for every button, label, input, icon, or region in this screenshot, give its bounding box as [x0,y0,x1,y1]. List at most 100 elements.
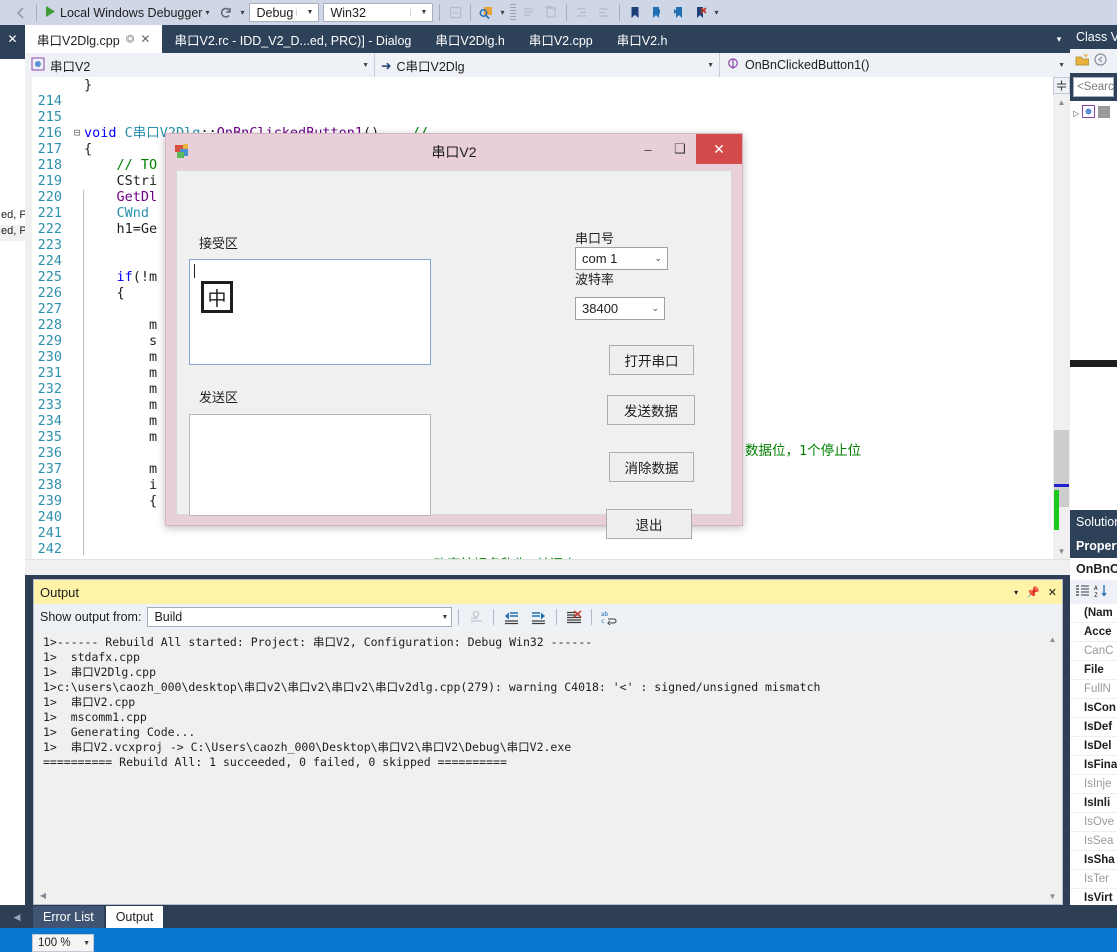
code-line[interactable]: 241 [25,525,1053,541]
exit-button[interactable]: 退出 [606,509,692,539]
output-source-select[interactable]: Build ▼ [147,607,453,627]
chevron-down-icon[interactable]: ▾ [202,8,212,17]
tabstrip-close-icon[interactable]: ✕ [0,25,25,53]
editor-vertical-scrollbar[interactable]: ▲ ▼ [1053,77,1070,575]
property-row[interactable]: IsDef [1070,718,1117,737]
output-line[interactable]: 1> 串口V2Dlg.cpp [43,665,1046,680]
pin-icon[interactable]: ⏣ [126,34,135,45]
member-combo[interactable]: OnBnClickedButton1() ▼ [720,53,1070,77]
close-icon[interactable]: ✕ [1048,586,1057,599]
close-icon[interactable]: ✕ [140,32,150,46]
output-line[interactable]: 1>------ Rebuild All started: Project: 串… [43,635,1046,650]
editor-horizontal-scrollbar[interactable] [25,559,1070,575]
new-folder-icon[interactable] [1075,53,1090,70]
tab-error-list[interactable]: Error List [33,906,104,928]
bottom-tabs-scroll-left-icon[interactable]: ◀ [8,906,26,928]
close-button[interactable]: ✕ [696,134,742,164]
pin-icon[interactable]: 📌 [1026,586,1040,599]
output-text[interactable]: 1>------ Rebuild All started: Project: 串… [35,631,1046,904]
indent-icon[interactable] [571,2,593,23]
property-row[interactable]: IsInje [1070,775,1117,794]
toolbar-overflow-grip[interactable] [509,4,516,21]
class-view-title[interactable]: Class Vi [1070,25,1117,49]
scroll-up-button[interactable]: ▲ [1044,631,1061,647]
scroll-up-button[interactable]: ▲ [1053,94,1070,110]
property-row[interactable]: File [1070,661,1117,680]
comment-icon[interactable] [518,2,540,23]
code-fold-icon[interactable]: ⊟ [70,125,84,141]
project-combo[interactable]: 串口V2 ▼ [25,53,375,77]
property-row[interactable]: IsInli [1070,794,1117,813]
tab-output[interactable]: Output [105,906,164,928]
code-line[interactable]: 215 [25,109,1053,125]
property-row[interactable]: CanC [1070,642,1117,661]
outdent-icon[interactable] [593,2,615,23]
alphabetical-icon[interactable]: AZ [1094,584,1109,601]
class-combo[interactable]: ➜ C串口V2Dlg ▼ [375,53,720,77]
output-line[interactable]: 1> 串口V2.vcxproj -> C:\Users\caozh_000\De… [43,740,1046,755]
categorized-icon[interactable] [1075,584,1090,601]
tab-chuankouv2-rc[interactable]: 串口V2.rc - IDD_V2_D...ed, PRC)] - Dialog [162,25,423,53]
properties-title[interactable]: Properti [1070,534,1117,558]
baud-select[interactable]: 38400 ⌄ [575,297,665,320]
property-row[interactable]: IsFina [1070,756,1117,775]
maximize-button[interactable]: ❑ [664,134,696,164]
send-data-button[interactable]: 发送数据 [607,395,695,425]
chevron-down-icon[interactable]: ▾ [712,8,722,17]
go-to-next-icon[interactable] [528,607,550,628]
chevron-down-icon[interactable]: ▾ [1014,588,1018,597]
property-row[interactable]: IsTer [1070,870,1117,889]
start-debugging-button[interactable]: Local Windows Debugger ▾ [41,2,215,23]
class-view-tree-row[interactable]: ▷ [1070,101,1117,125]
output-line[interactable]: 1> mscomm1.cpp [43,710,1046,725]
open-port-button[interactable]: 打开串口 [609,345,694,375]
scroll-down-button[interactable]: ▼ [1044,888,1061,904]
property-row[interactable]: IsOve [1070,813,1117,832]
list-item[interactable]: ed, Pl [0,225,25,241]
refresh-icon[interactable] [215,2,237,23]
port-select[interactable]: com 1 ⌄ [575,247,668,270]
property-row[interactable]: IsSha [1070,851,1117,870]
property-row[interactable]: IsVirt [1070,889,1117,905]
output-vertical-scrollbar[interactable]: ▲ ▼ [1044,631,1061,904]
find-icon[interactable] [475,2,497,23]
dialog-titlebar[interactable]: 串口V2 – ❑ ✕ [166,134,742,170]
output-line[interactable]: 1> stdafx.cpp [43,650,1046,665]
tab-overflow-icon[interactable]: ▾ [1048,25,1070,53]
prev-bookmark-icon[interactable] [646,2,668,23]
send-textbox[interactable] [189,414,431,516]
chevron-down-icon[interactable]: ▾ [497,8,507,17]
chevron-down-icon[interactable]: ▾ [237,8,247,17]
property-row[interactable]: Acce [1070,623,1117,642]
property-row[interactable]: IsDel [1070,737,1117,756]
clear-bookmarks-icon[interactable] [690,2,712,23]
tab-chuankouv2dlg-cpp[interactable]: 串口V2Dlg.cpp ⏣ ✕ [25,25,163,53]
tab-chuankouv2-h[interactable]: 串口V2.h [605,25,680,53]
split-view-icon[interactable] [1053,77,1070,94]
scroll-down-button[interactable]: ▼ [1053,543,1070,559]
class-view-splitter[interactable] [1070,360,1117,367]
scroll-left-button[interactable]: ◀ [35,887,51,903]
clear-all-icon[interactable] [563,607,585,628]
code-line[interactable]: 214 [25,93,1053,109]
tab-chuankouv2dlg-h[interactable]: 串口V2Dlg.h [423,25,516,53]
clear-data-button[interactable]: 消除数据 [609,452,694,482]
property-row[interactable]: IsSea [1070,832,1117,851]
solution-explorer-title[interactable]: Solution [1070,510,1117,534]
next-bookmark-icon[interactable] [668,2,690,23]
property-row[interactable]: IsCon [1070,699,1117,718]
receive-textbox[interactable]: 中 [189,259,431,365]
uncomment-icon[interactable] [540,2,562,23]
tab-chuankouv2-cpp[interactable]: 串口V2.cpp [517,25,605,53]
output-horizontal-scrollbar[interactable]: ◀ [35,887,1046,903]
property-row[interactable]: (Nam [1070,604,1117,623]
code-line[interactable]: } [25,77,1053,93]
output-line[interactable]: 1> Generating Code... [43,725,1046,740]
find-message-icon[interactable] [465,607,487,628]
expander-icon[interactable]: ▷ [1073,109,1079,118]
properties-grid[interactable]: (Nam Acce CanC File FullN IsCon IsDef IsDel IsFi… [1070,604,1117,905]
undo-icon[interactable] [444,2,466,23]
minimize-button[interactable]: – [632,134,664,164]
bookmark-icon[interactable] [624,2,646,23]
list-item[interactable]: ed, P [0,209,25,225]
